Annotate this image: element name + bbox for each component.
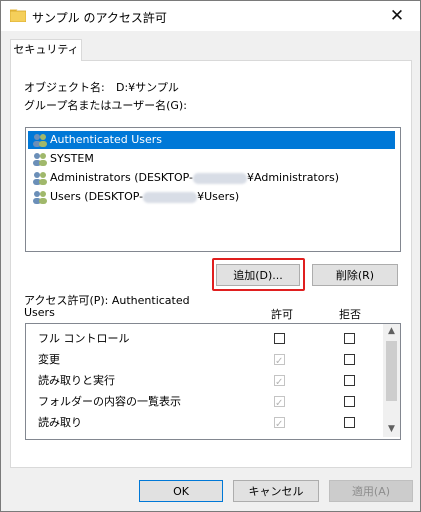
deny-column-header: 拒否 (339, 308, 361, 321)
user-name-suffix: ¥Users) (197, 190, 240, 203)
permissions-dialog: サンプル のアクセス許可 ✕ セキュリティ オブジェクト名: D:¥サンプル グ… (0, 0, 421, 512)
scroll-down-icon[interactable]: ▼ (383, 422, 400, 437)
close-icon: ✕ (389, 6, 405, 26)
users-icon (33, 134, 47, 147)
deny-checkbox[interactable] (344, 354, 355, 365)
user-name: Authenticated Users (50, 133, 163, 146)
window-title: サンプル のアクセス許可 (32, 11, 167, 25)
folder-icon (10, 9, 26, 22)
users-icon (33, 191, 47, 204)
deny-checkbox[interactable] (344, 333, 355, 344)
scroll-up-icon[interactable]: ▲ (383, 324, 400, 339)
deny-checkbox[interactable] (344, 417, 355, 428)
user-list[interactable]: Authenticated Users SYSTEM Administrator… (25, 127, 401, 252)
scrollbar[interactable]: ▲ ▼ (383, 324, 400, 437)
list-item[interactable]: Users (DESKTOP- ¥Users) (28, 188, 239, 206)
list-item[interactable]: Administrators (DESKTOP- ¥Administrators) (28, 169, 339, 187)
allow-checkbox (274, 414, 285, 435)
object-name-value: D:¥サンプル (116, 81, 179, 94)
object-name-label: オブジェクト名: (24, 81, 105, 94)
permission-name: フル コントロール (38, 332, 130, 345)
list-item[interactable]: Authenticated Users (28, 131, 395, 149)
allow-checkbox (274, 351, 285, 372)
allow-checkbox (274, 393, 285, 414)
permission-name: 読み取り (38, 416, 82, 429)
scroll-thumb[interactable] (386, 341, 397, 401)
apply-button: 適用(A) (329, 480, 413, 502)
redacted-name (193, 172, 248, 184)
title-bar: サンプル のアクセス許可 ✕ (1, 1, 420, 31)
permission-name: 変更 (38, 353, 60, 366)
permission-name: フォルダーの内容の一覧表示 (38, 395, 181, 408)
list-item[interactable]: SYSTEM (28, 150, 94, 168)
ok-button[interactable]: OK (139, 480, 223, 502)
redacted-name (143, 191, 198, 203)
security-panel: オブジェクト名: D:¥サンプル グループ名またはユーザー名(G): Authe… (10, 60, 412, 468)
group-list-label: グループ名またはユーザー名(G): (24, 99, 187, 112)
cancel-button[interactable]: キャンセル (233, 480, 319, 502)
user-name-suffix: ¥Administrators) (247, 171, 340, 184)
table-row: フォルダーの内容の一覧表示 (26, 391, 380, 414)
tab-security[interactable]: セキュリティ (10, 39, 82, 61)
users-icon (33, 172, 47, 185)
remove-button[interactable]: 削除(R) (312, 264, 398, 286)
user-name: Users (DESKTOP- (50, 190, 144, 203)
allow-column-header: 許可 (271, 308, 293, 321)
table-row: 読み取りと実行 (26, 370, 380, 393)
users-icon (33, 153, 47, 166)
add-button-highlight (212, 258, 305, 291)
deny-checkbox[interactable] (344, 396, 355, 407)
user-name: SYSTEM (50, 152, 94, 165)
permission-name: 読み取りと実行 (38, 374, 115, 387)
allow-checkbox (274, 372, 285, 393)
table-row: 読み取り (26, 412, 380, 435)
allow-checkbox[interactable] (274, 333, 285, 344)
user-name: Administrators (DESKTOP- (50, 171, 194, 184)
table-row: フル コントロール (26, 328, 380, 349)
permissions-label-user: Users (24, 306, 55, 319)
table-row: 変更 (26, 349, 380, 372)
deny-checkbox[interactable] (344, 375, 355, 386)
close-button[interactable]: ✕ (374, 1, 420, 31)
permissions-table: フル コントロール 変更 読み取りと実行 フォルダーの内容の一覧表示 読み取り (25, 323, 401, 440)
